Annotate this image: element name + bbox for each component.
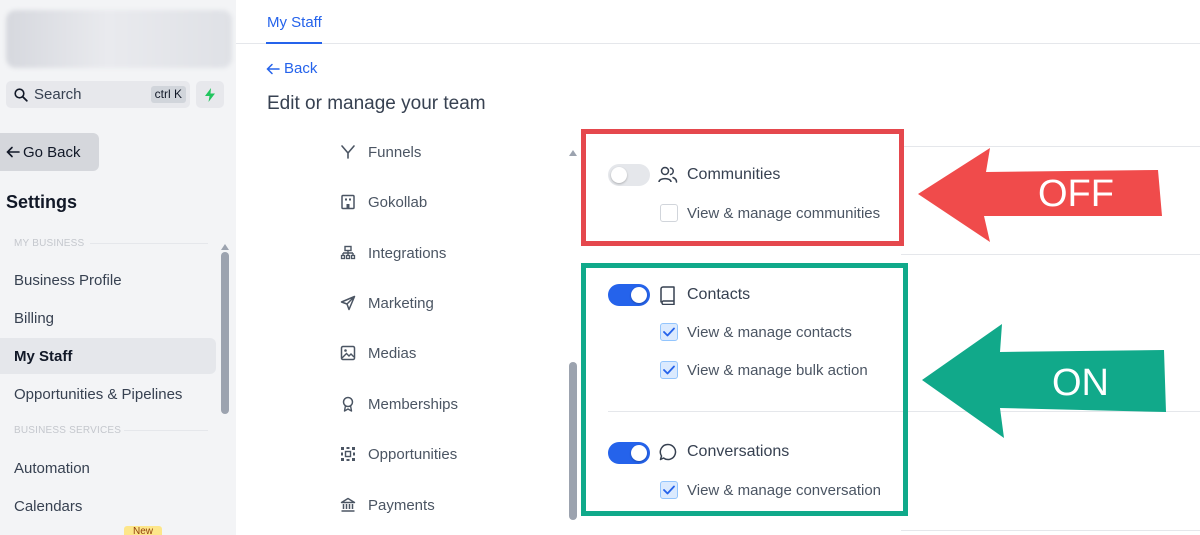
- menu-item-label: Gokollab: [368, 193, 428, 211]
- search-label: Search: [34, 86, 82, 103]
- menu-item-marketing[interactable]: Marketing: [338, 291, 434, 315]
- opportunities-icon: [338, 444, 358, 464]
- quick-action-button[interactable]: [196, 81, 224, 108]
- top-tab-bar: My Staff: [236, 0, 1200, 44]
- section-divider: [124, 430, 208, 431]
- arrow-left-icon: [266, 63, 280, 74]
- menu-item-label: Integrations: [368, 244, 447, 262]
- active-tab-indicator: [266, 42, 322, 44]
- menu-item-integrations[interactable]: Integrations: [338, 241, 446, 265]
- sidebar: Search ctrl K Go Back Settings MY BUSINE…: [0, 0, 236, 535]
- menu-item-label: Funnels: [368, 143, 422, 161]
- scrollbar-thumb[interactable]: [221, 252, 229, 414]
- menu-item-label: Marketing: [368, 294, 434, 312]
- bank-icon: [338, 495, 358, 515]
- tab-my-staff[interactable]: My Staff: [267, 14, 322, 31]
- permission-divider: [901, 254, 1200, 255]
- scroll-up-icon[interactable]: [221, 244, 229, 250]
- off-highlight-box: [581, 129, 904, 246]
- scroll-up-icon[interactable]: [569, 150, 577, 156]
- search-shortcut-badge: ctrl K: [150, 86, 186, 103]
- off-arrow-label: OFF: [1038, 173, 1114, 215]
- scrollbar-thumb[interactable]: [569, 362, 577, 520]
- sidebar-scrollbar[interactable]: [220, 244, 230, 414]
- page-title: Edit or manage your team: [267, 93, 486, 114]
- menu-scrollbar[interactable]: [568, 150, 578, 522]
- on-highlight-box: [581, 263, 908, 516]
- sidebar-item-calendars[interactable]: Calendars: [14, 498, 82, 515]
- on-arrow: [922, 324, 1166, 438]
- building-icon: [338, 192, 358, 212]
- arrow-left-icon: [6, 146, 20, 158]
- back-label: Back: [284, 60, 318, 77]
- go-back-button[interactable]: Go Back: [0, 133, 99, 171]
- new-badge: New: [124, 526, 162, 535]
- permission-divider: [901, 530, 1200, 531]
- image-icon: [338, 343, 358, 363]
- sidebar-item-automation[interactable]: Automation: [14, 460, 90, 477]
- menu-item-gokollab[interactable]: Gokollab: [338, 190, 427, 214]
- go-back-label: Go Back: [23, 143, 81, 161]
- search-box[interactable]: Search ctrl K: [6, 81, 190, 108]
- section-divider: [90, 243, 208, 244]
- menu-item-medias[interactable]: Medias: [338, 341, 416, 365]
- section-label-business-services: BUSINESS SERVICES: [14, 425, 122, 436]
- menu-item-memberships[interactable]: Memberships: [338, 392, 458, 416]
- blurred-account-logo[interactable]: [6, 10, 232, 68]
- sidebar-item-my-staff[interactable]: My Staff: [14, 348, 72, 365]
- sidebar-item-opportunities-pipelines[interactable]: Opportunities & Pipelines: [14, 386, 182, 403]
- sidebar-item-business-profile[interactable]: Business Profile: [14, 272, 122, 289]
- menu-item-label: Payments: [368, 496, 435, 514]
- menu-item-payments[interactable]: Payments: [338, 493, 435, 517]
- integrations-icon: [338, 243, 358, 263]
- sidebar-item-billing[interactable]: Billing: [14, 310, 54, 327]
- menu-item-label: Opportunities: [368, 445, 458, 463]
- lightning-icon: [205, 87, 215, 102]
- funnel-icon: [338, 142, 358, 162]
- on-arrow-label: ON: [1052, 362, 1109, 404]
- menu-item-label: Memberships: [368, 395, 459, 413]
- menu-item-funnels[interactable]: Funnels: [338, 140, 421, 164]
- settings-title: Settings: [6, 192, 78, 212]
- badge-icon: [338, 394, 358, 414]
- menu-item-label: Medias: [368, 344, 417, 362]
- section-label-my-business: MY BUSINESS: [14, 238, 85, 249]
- search-icon: [14, 87, 28, 102]
- menu-item-opportunities[interactable]: Opportunities: [338, 442, 457, 466]
- send-icon: [338, 293, 358, 313]
- back-link[interactable]: Back: [266, 60, 317, 77]
